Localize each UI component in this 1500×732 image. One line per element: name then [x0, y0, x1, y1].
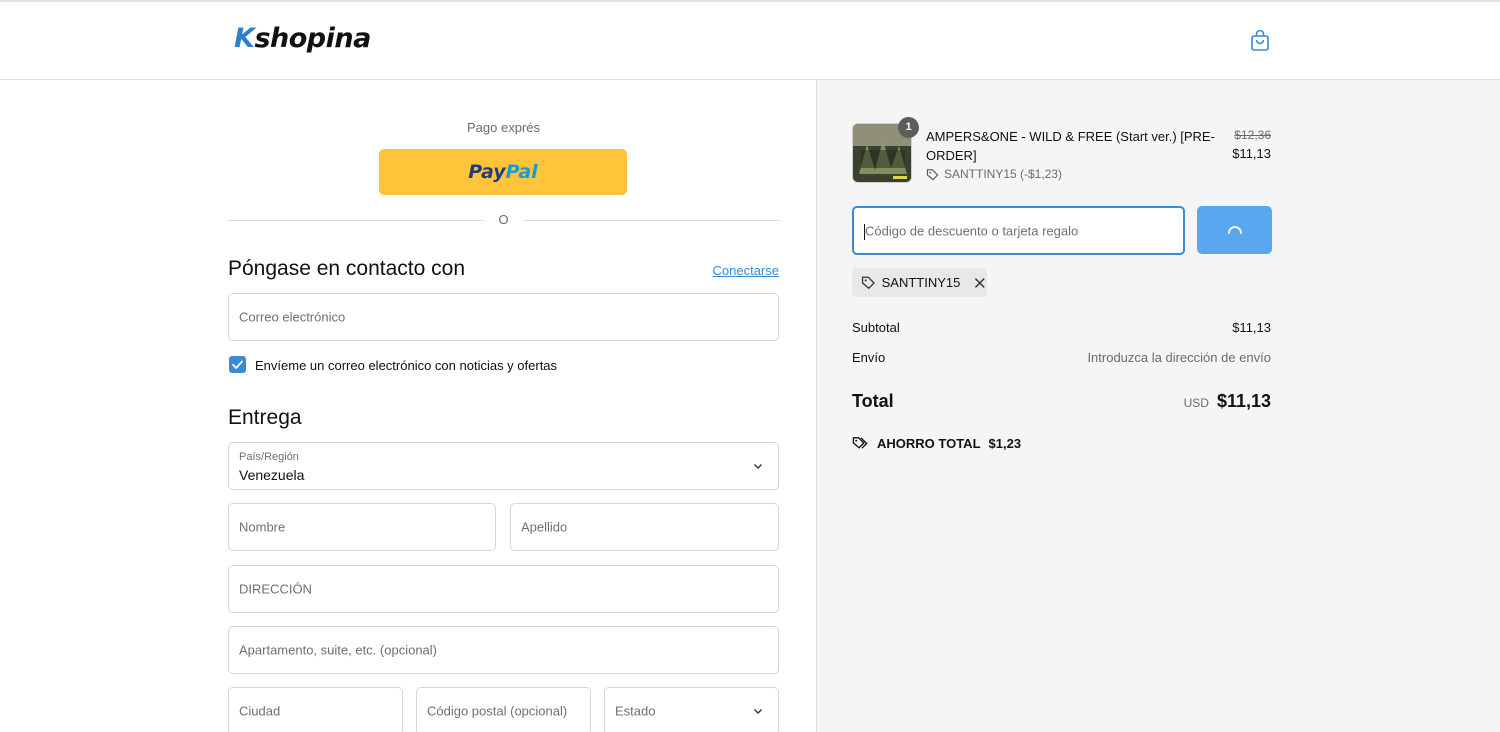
- newsletter-checkbox[interactable]: [229, 356, 246, 373]
- subtotal-label: Subtotal: [852, 320, 900, 335]
- subtotal-value: $11,13: [1232, 320, 1271, 335]
- state-select[interactable]: Estado: [604, 687, 779, 732]
- discounted-price: $11,13: [1232, 146, 1271, 161]
- savings-value: $1,23: [988, 435, 1022, 451]
- email-field[interactable]: Correo electrónico: [228, 293, 779, 341]
- total-label: Total: [852, 391, 894, 411]
- first-name-field[interactable]: Nombre: [228, 503, 496, 551]
- apply-discount-button[interactable]: [1197, 206, 1272, 254]
- shop-logo[interactable]: Kshopina: [234, 23, 371, 54]
- newsletter-label: Envíeme un correo electrónico con notici…: [255, 358, 558, 373]
- quantity-badge: 1: [898, 117, 919, 138]
- city-placeholder: Ciudad: [239, 703, 281, 719]
- close-icon[interactable]: [973, 276, 987, 290]
- applied-discount-code: SANTTINY15: [881, 275, 961, 290]
- paypal-logo-pal: Pal: [505, 161, 538, 183]
- last-name-field[interactable]: Apellido: [510, 503, 779, 551]
- original-price: $12,36: [1234, 128, 1271, 142]
- first-name-placeholder: Nombre: [239, 519, 286, 535]
- delivery-heading: Entrega: [228, 406, 302, 429]
- chevron-down-icon: [754, 709, 762, 714]
- checkout-form-panel: Pago exprés Pay Pal O Póngase en contacto…: [0, 80, 816, 732]
- product-discount: SANTTINY15 (-$1,23): [926, 167, 1062, 181]
- apartment-field[interactable]: Apartamento, suite, etc. (opcional): [228, 626, 779, 674]
- city-field[interactable]: Ciudad: [228, 687, 403, 732]
- or-divider: O: [228, 212, 779, 227]
- product-discount-text: SANTTINY15 (-$1,23): [944, 167, 1063, 181]
- paypal-button[interactable]: Pay Pal: [379, 149, 627, 195]
- country-select[interactable]: País/Región Venezuela: [228, 442, 779, 490]
- or-divider-text: O: [498, 212, 509, 227]
- address-placeholder: DIRECCIÓN: [239, 581, 312, 597]
- savings-label: AHORRO TOTAL: [877, 435, 981, 451]
- email-placeholder: Correo electrónico: [239, 309, 346, 325]
- tags-icon: [852, 437, 868, 449]
- site-header: Kshopina: [0, 2, 1500, 80]
- checkmark-icon: [232, 360, 243, 369]
- discount-code-input[interactable]: Código de descuento o tarjeta regalo: [852, 206, 1185, 255]
- discount-code-placeholder: Código de descuento o tarjeta regalo: [865, 223, 1079, 238]
- apartment-placeholder: Apartamento, suite, etc. (opcional): [239, 642, 437, 658]
- paypal-logo-pay: Pay: [468, 161, 506, 183]
- postal-code-placeholder: Código postal (opcional): [427, 703, 568, 719]
- country-label: País/Región: [239, 451, 299, 463]
- applied-discount-chip: SANTTINY15: [852, 268, 987, 297]
- shipping-label: Envío: [852, 350, 886, 365]
- login-link[interactable]: Conectarse: [680, 263, 779, 278]
- total-savings: AHORRO TOTAL $1,23: [852, 435, 1021, 451]
- express-checkout-label: Pago exprés: [467, 120, 540, 135]
- tag-icon: [861, 276, 875, 290]
- last-name-placeholder: Apellido: [521, 519, 568, 535]
- state-placeholder: Estado: [615, 703, 656, 719]
- address-field[interactable]: DIRECCIÓN: [228, 565, 779, 613]
- loading-spinner-icon: [1228, 226, 1242, 234]
- total-currency: USD: [1183, 396, 1209, 410]
- postal-code-field[interactable]: Código postal (opcional): [416, 687, 591, 732]
- total-amount: $11,13: [1216, 391, 1271, 411]
- product-name: AMPERS&ONE - WILD & FREE (Start ver.) [P…: [926, 129, 1215, 163]
- shopping-bag-icon[interactable]: [1249, 29, 1271, 53]
- contact-heading: Póngase en contacto con: [228, 257, 466, 280]
- order-summary-panel: 1 AMPERS&ONE - WILD & FREE (Start ver.) …: [816, 80, 1500, 732]
- country-value: Venezuela: [239, 467, 305, 483]
- tag-icon: [926, 168, 939, 180]
- total-value: USD $11,13: [1184, 391, 1271, 412]
- chevron-down-icon: [754, 464, 762, 469]
- shipping-value: Introduzca la dirección de envío: [1087, 350, 1271, 365]
